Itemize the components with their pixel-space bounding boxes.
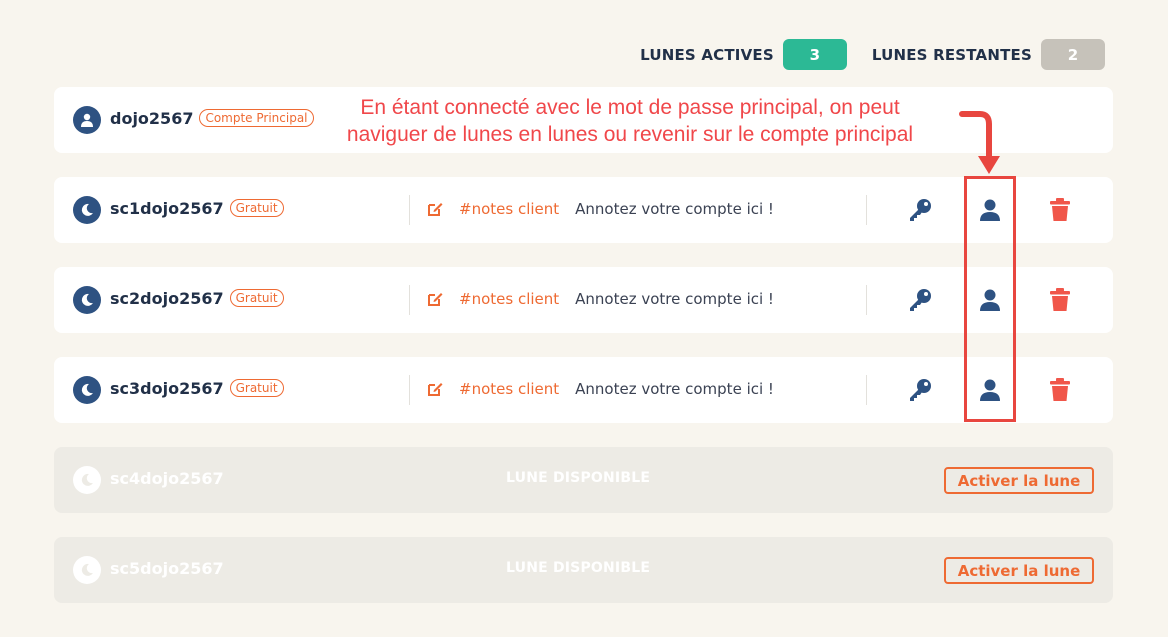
account-name-text: sc3dojo2567 xyxy=(110,379,224,398)
notes-label: #notes client xyxy=(459,200,560,218)
key-icon[interactable] xyxy=(906,286,934,314)
moon-account-name: sc1dojo2567 Gratuit xyxy=(110,199,284,218)
moon-row: sc1dojo2567 Gratuit #notes client Annotez… xyxy=(54,177,1113,243)
notes-text[interactable]: Annotez votre compte ici ! xyxy=(575,290,774,308)
remaining-moons-count: 2 xyxy=(1041,39,1105,70)
trash-icon[interactable] xyxy=(1046,286,1074,314)
moon-icon xyxy=(73,286,101,314)
available-moon-row: sc5dojo2567 LUNE DISPONIBLE Activer la l… xyxy=(54,537,1113,603)
moon-tag: Gratuit xyxy=(229,379,284,397)
activate-moon-button[interactable]: Activer la lune xyxy=(944,557,1094,584)
moon-icon xyxy=(73,466,101,494)
moon-account-name: sc3dojo2567 Gratuit xyxy=(110,379,284,398)
moon-icon xyxy=(73,556,101,584)
activate-moon-button[interactable]: Activer la lune xyxy=(944,467,1094,494)
key-icon[interactable] xyxy=(906,196,934,224)
annotation-text: En étant connecté avec le mot de passe p… xyxy=(300,94,960,148)
notes-field[interactable]: #notes client Annotez votre compte ici ! xyxy=(427,380,774,398)
available-moon-name: sc5dojo2567 xyxy=(110,559,224,578)
trash-icon[interactable] xyxy=(1046,376,1074,404)
account-name-text: sc2dojo2567 xyxy=(110,289,224,308)
available-moon-name: sc4dojo2567 xyxy=(110,469,224,488)
annotation-line-2: naviguer de lunes en lunes ou revenir su… xyxy=(346,123,914,146)
divider xyxy=(866,375,867,405)
moon-icon xyxy=(73,376,101,404)
moon-stats: LUNES ACTIVES 3 LUNES RESTANTES 2 xyxy=(640,39,1105,70)
main-account-name: dojo2567 Compte Principal xyxy=(110,109,314,128)
edit-icon[interactable] xyxy=(427,291,443,307)
notes-label: #notes client xyxy=(459,380,560,398)
available-status: LUNE DISPONIBLE xyxy=(506,470,651,486)
divider xyxy=(866,195,867,225)
moon-row: sc2dojo2567 Gratuit #notes client Annotez… xyxy=(54,267,1113,333)
account-name-text: dojo2567 xyxy=(110,109,194,128)
remaining-moons-label: LUNES RESTANTES xyxy=(871,45,1032,64)
divider xyxy=(409,375,410,405)
user-icon xyxy=(73,106,101,134)
edit-icon[interactable] xyxy=(427,381,443,397)
moon-icon xyxy=(73,196,101,224)
divider xyxy=(409,195,410,225)
active-moons-count: 3 xyxy=(782,39,847,70)
notes-text[interactable]: Annotez votre compte ici ! xyxy=(575,200,774,218)
divider xyxy=(409,285,410,315)
account-name-text: sc1dojo2567 xyxy=(110,199,224,218)
trash-icon[interactable] xyxy=(1046,196,1074,224)
available-status: LUNE DISPONIBLE xyxy=(506,560,651,576)
active-moons-label: LUNES ACTIVES xyxy=(640,45,774,64)
main-account-tag: Compte Principal xyxy=(199,109,314,127)
annotation-line-1: En étant connecté avec le mot de passe p… xyxy=(360,96,900,119)
moon-tag: Gratuit xyxy=(229,289,284,307)
available-moon-row: sc4dojo2567 LUNE DISPONIBLE Activer la l… xyxy=(54,447,1113,513)
notes-text[interactable]: Annotez votre compte ici ! xyxy=(575,380,774,398)
moon-row: sc3dojo2567 Gratuit #notes client Annotez… xyxy=(54,357,1113,423)
notes-label: #notes client xyxy=(459,290,560,308)
notes-field[interactable]: #notes client Annotez votre compte ici ! xyxy=(427,200,774,218)
notes-field[interactable]: #notes client Annotez votre compte ici ! xyxy=(427,290,774,308)
annotation-arrow-icon xyxy=(959,111,1000,174)
divider xyxy=(866,285,867,315)
edit-icon[interactable] xyxy=(427,201,443,217)
annotation-highlight-box xyxy=(964,176,1016,422)
moon-account-name: sc2dojo2567 Gratuit xyxy=(110,289,284,308)
moon-tag: Gratuit xyxy=(229,199,284,217)
key-icon[interactable] xyxy=(906,376,934,404)
